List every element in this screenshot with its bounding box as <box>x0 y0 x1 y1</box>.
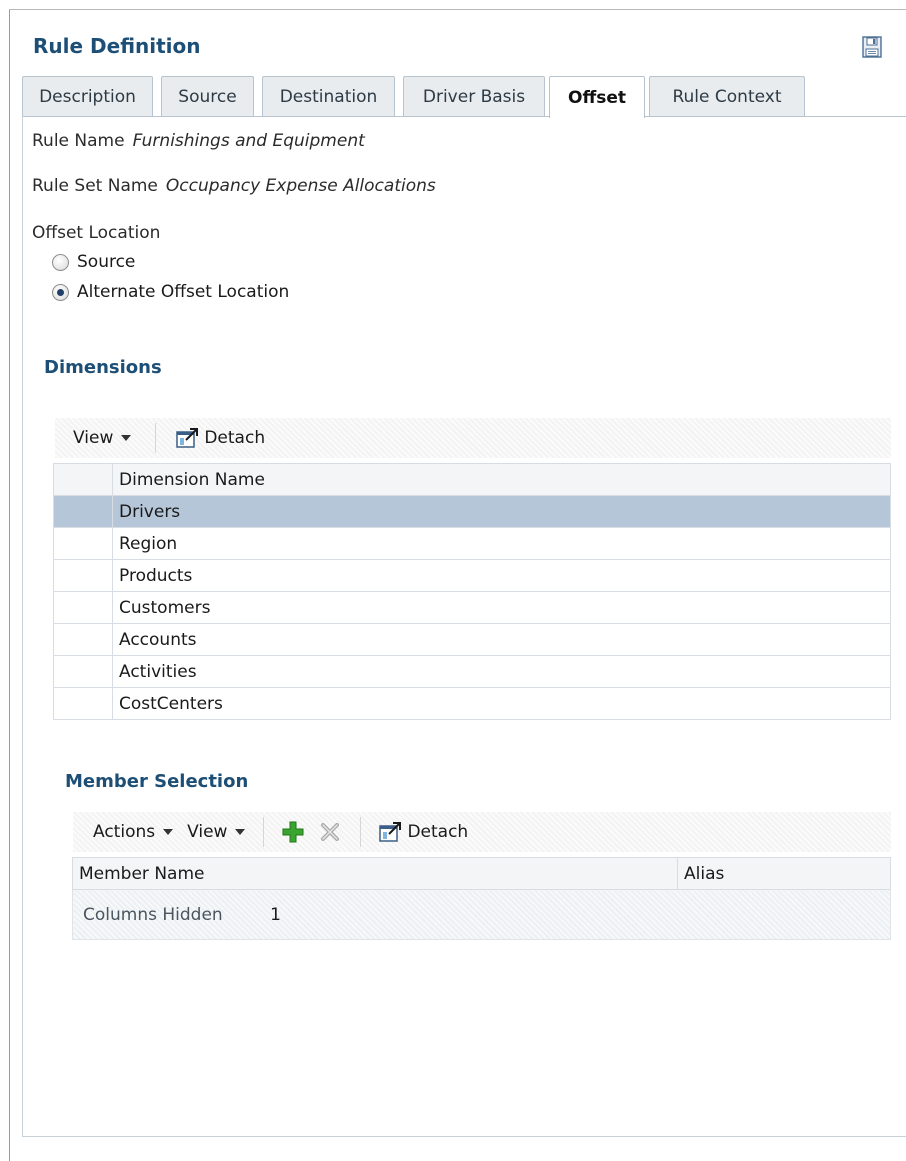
row-header-cell <box>53 623 113 656</box>
dimensions-detach-button[interactable]: Detach <box>176 427 265 449</box>
view-menu-label: View <box>187 822 228 842</box>
radio-option-source[interactable]: Source <box>52 252 135 272</box>
columns-hidden-cell: Columns Hidden 1 <box>72 889 891 940</box>
radio-option-alternate[interactable]: Alternate Offset Location <box>52 282 289 302</box>
radio-alternate-offset[interactable] <box>52 283 69 301</box>
toolbar-separator <box>360 817 362 847</box>
row-header-cell <box>53 655 113 688</box>
detach-icon <box>379 822 402 842</box>
dimensions-toolbar: View Detach <box>55 418 891 458</box>
rule-set-name-value: Occupancy Expense Allocations <box>165 176 436 196</box>
table-row[interactable]: Region <box>53 527 891 560</box>
row-header-cell <box>53 591 113 624</box>
column-header-member-name[interactable]: Member Name <box>72 857 678 890</box>
member-table: Member Name Alias Columns Hidden 1 <box>72 857 891 940</box>
table-header-row: Dimension Name <box>53 463 891 496</box>
window-left-border <box>9 9 10 1161</box>
dimension-cell[interactable]: Drivers <box>112 495 891 528</box>
table-row[interactable]: Products <box>53 559 891 592</box>
member-selection-title: Member Selection <box>65 771 249 792</box>
delete-icon[interactable] <box>320 822 340 842</box>
column-header-dimension-name[interactable]: Dimension Name <box>112 463 891 496</box>
toolbar-separator <box>263 817 265 847</box>
dimensions-table: Dimension Name Drivers Region Products C… <box>53 463 891 720</box>
member-view-menu[interactable]: View <box>187 822 246 842</box>
table-row[interactable]: Activities <box>53 655 891 688</box>
columns-hidden-count: 1 <box>270 904 281 925</box>
dimension-cell[interactable]: Activities <box>112 655 891 688</box>
dimension-cell[interactable]: Customers <box>112 591 891 624</box>
row-header-cell <box>53 495 113 528</box>
chevron-down-icon <box>235 829 246 835</box>
tab-description[interactable]: Description <box>22 76 153 117</box>
rule-set-name-label: Rule Set Name <box>32 176 158 196</box>
chevron-down-icon <box>163 829 174 835</box>
member-toolbar: Actions View Detach <box>73 812 891 852</box>
detach-label: Detach <box>204 428 266 448</box>
table-row[interactable]: CostCenters <box>53 687 891 720</box>
dimensions-view-menu[interactable]: View <box>73 428 132 448</box>
save-icon[interactable] <box>862 36 882 58</box>
dimensions-title: Dimensions <box>44 357 162 378</box>
radio-source-label: Source <box>77 252 136 272</box>
offset-location-label: Offset Location <box>32 223 161 243</box>
chevron-down-icon <box>121 435 132 441</box>
dimension-cell[interactable]: CostCenters <box>112 687 891 720</box>
table-header-row: Member Name Alias <box>72 857 891 890</box>
member-detach-button[interactable]: Detach <box>379 821 468 843</box>
rule-set-name-row: Rule Set Name Occupancy Expense Allocatio… <box>32 176 436 196</box>
tab-offset[interactable]: Offset <box>549 76 645 118</box>
table-row[interactable]: Drivers <box>53 495 891 528</box>
dimension-cell[interactable]: Accounts <box>112 623 891 656</box>
tab-destination[interactable]: Destination <box>262 76 395 117</box>
column-header-alias[interactable]: Alias <box>677 857 891 890</box>
radio-alternate-label: Alternate Offset Location <box>77 282 290 302</box>
actions-menu[interactable]: Actions <box>93 822 174 842</box>
rule-name-value: Furnishings and Equipment <box>132 131 365 151</box>
row-header-cell <box>53 527 113 560</box>
table-row[interactable]: Accounts <box>53 623 891 656</box>
window-top-border <box>9 9 906 10</box>
tab-rule-context[interactable]: Rule Context <box>649 76 805 117</box>
radio-source[interactable] <box>52 253 69 271</box>
dimension-cell[interactable]: Products <box>112 559 891 592</box>
table-status-row: Columns Hidden 1 <box>72 889 891 940</box>
row-header-cell <box>53 559 113 592</box>
detach-label: Detach <box>407 822 469 842</box>
detach-icon <box>176 428 199 448</box>
columns-hidden-label: Columns Hidden <box>83 904 223 925</box>
row-header-cell <box>53 463 113 496</box>
tab-driver-basis[interactable]: Driver Basis <box>403 76 545 117</box>
actions-menu-label: Actions <box>93 822 156 842</box>
tab-source[interactable]: Source <box>161 76 254 117</box>
dimension-cell[interactable]: Region <box>112 527 891 560</box>
row-header-cell <box>53 687 113 720</box>
add-icon[interactable] <box>282 821 304 843</box>
panel-title: Rule Definition <box>33 34 201 58</box>
table-row[interactable]: Customers <box>53 591 891 624</box>
rule-name-label: Rule Name <box>32 131 125 151</box>
toolbar-separator <box>155 423 157 453</box>
view-menu-label: View <box>73 428 114 448</box>
rule-name-row: Rule Name Furnishings and Equipment <box>32 131 365 151</box>
